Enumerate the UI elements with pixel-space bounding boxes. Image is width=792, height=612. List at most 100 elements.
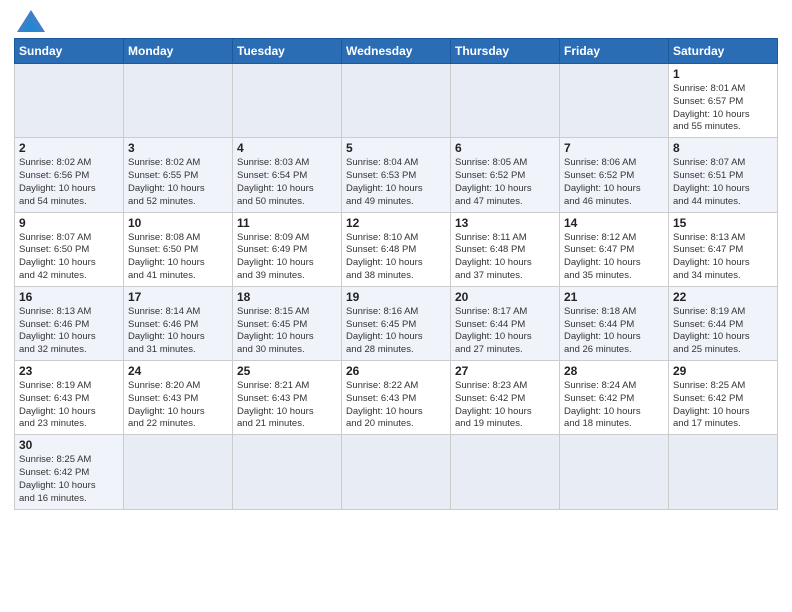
day-cell: 15Sunrise: 8:13 AM Sunset: 6:47 PM Dayli… xyxy=(669,212,778,286)
logo-icon xyxy=(17,10,45,32)
day-cell xyxy=(560,435,669,509)
day-cell: 21 Sunrise: 8:18 AM Sunset: 6:44 PM Dayli… xyxy=(560,286,669,360)
day-cell: 18 Sunrise: 8:15 AM Sunset: 6:45 PM Dayli… xyxy=(233,286,342,360)
day-info: Sunrise: 8:05 AM Sunset: 6:52 PM Dayligh… xyxy=(455,157,555,208)
day-cell: 19 Sunrise: 8:16 AM Sunset: 6:45 PM Dayli… xyxy=(342,286,451,360)
day-info: Sunrise: 8:16 AM Sunset: 6:45 PM Dayligh… xyxy=(346,306,446,357)
day-info: Sunrise: 8:15 AM Sunset: 6:45 PM Dayligh… xyxy=(237,306,337,357)
day-number: 30 xyxy=(19,438,119,452)
weekday-header-wednesday: Wednesday xyxy=(342,39,451,64)
day-info: Sunrise: 8:09 AM Sunset: 6:49 PM Dayligh… xyxy=(237,232,337,283)
day-cell: 30Sunrise: 8:25 AM Sunset: 6:42 PM Dayli… xyxy=(15,435,124,509)
day-cell: 13 Sunrise: 8:11 AM Sunset: 6:48 PM Dayli… xyxy=(451,212,560,286)
day-number: 10 xyxy=(128,216,228,230)
day-cell: 14Sunrise: 8:12 AM Sunset: 6:47 PM Dayli… xyxy=(560,212,669,286)
day-cell: 28 Sunrise: 8:24 AM Sunset: 6:42 PM Dayli… xyxy=(560,361,669,435)
day-number: 22 xyxy=(673,290,773,304)
day-number: 4 xyxy=(237,141,337,155)
weekday-header-row: SundayMondayTuesdayWednesdayThursdayFrid… xyxy=(15,39,778,64)
weekday-header-sunday: Sunday xyxy=(15,39,124,64)
weekday-header-thursday: Thursday xyxy=(451,39,560,64)
week-row-5: 23 Sunrise: 8:19 AM Sunset: 6:43 PM Dayli… xyxy=(15,361,778,435)
day-cell: 8Sunrise: 8:07 AM Sunset: 6:51 PM Daylig… xyxy=(669,138,778,212)
day-cell: 11 Sunrise: 8:09 AM Sunset: 6:49 PM Dayli… xyxy=(233,212,342,286)
day-number: 23 xyxy=(19,364,119,378)
day-info: Sunrise: 8:02 AM Sunset: 6:55 PM Dayligh… xyxy=(128,157,228,208)
weekday-header-tuesday: Tuesday xyxy=(233,39,342,64)
day-number: 20 xyxy=(455,290,555,304)
day-number: 28 xyxy=(564,364,664,378)
day-number: 24 xyxy=(128,364,228,378)
day-info: Sunrise: 8:24 AM Sunset: 6:42 PM Dayligh… xyxy=(564,380,664,431)
day-cell: 10 Sunrise: 8:08 AM Sunset: 6:50 PM Dayli… xyxy=(124,212,233,286)
day-info: Sunrise: 8:17 AM Sunset: 6:44 PM Dayligh… xyxy=(455,306,555,357)
day-number: 29 xyxy=(673,364,773,378)
day-number: 6 xyxy=(455,141,555,155)
page: SundayMondayTuesdayWednesdayThursdayFrid… xyxy=(0,0,792,612)
day-cell: 29Sunrise: 8:25 AM Sunset: 6:42 PM Dayli… xyxy=(669,361,778,435)
day-info: Sunrise: 8:20 AM Sunset: 6:43 PM Dayligh… xyxy=(128,380,228,431)
header xyxy=(14,10,778,32)
day-number: 2 xyxy=(19,141,119,155)
day-cell: 9 Sunrise: 8:07 AM Sunset: 6:50 PM Daylig… xyxy=(15,212,124,286)
day-number: 18 xyxy=(237,290,337,304)
day-number: 1 xyxy=(673,67,773,81)
day-cell xyxy=(124,435,233,509)
day-cell: 3Sunrise: 8:02 AM Sunset: 6:55 PM Daylig… xyxy=(124,138,233,212)
day-cell: 23 Sunrise: 8:19 AM Sunset: 6:43 PM Dayli… xyxy=(15,361,124,435)
day-info: Sunrise: 8:08 AM Sunset: 6:50 PM Dayligh… xyxy=(128,232,228,283)
day-cell xyxy=(560,64,669,138)
day-cell: 12 Sunrise: 8:10 AM Sunset: 6:48 PM Dayli… xyxy=(342,212,451,286)
day-cell xyxy=(233,435,342,509)
week-row-4: 16 Sunrise: 8:13 AM Sunset: 6:46 PM Dayli… xyxy=(15,286,778,360)
day-cell: 25 Sunrise: 8:21 AM Sunset: 6:43 PM Dayli… xyxy=(233,361,342,435)
day-info: Sunrise: 8:03 AM Sunset: 6:54 PM Dayligh… xyxy=(237,157,337,208)
day-cell: 26Sunrise: 8:22 AM Sunset: 6:43 PM Dayli… xyxy=(342,361,451,435)
day-cell xyxy=(342,435,451,509)
day-info: Sunrise: 8:19 AM Sunset: 6:43 PM Dayligh… xyxy=(19,380,119,431)
week-row-3: 9 Sunrise: 8:07 AM Sunset: 6:50 PM Daylig… xyxy=(15,212,778,286)
day-number: 13 xyxy=(455,216,555,230)
day-cell: 24 Sunrise: 8:20 AM Sunset: 6:43 PM Dayli… xyxy=(124,361,233,435)
week-row-6: 30Sunrise: 8:25 AM Sunset: 6:42 PM Dayli… xyxy=(15,435,778,509)
day-cell: 6 Sunrise: 8:05 AM Sunset: 6:52 PM Daylig… xyxy=(451,138,560,212)
day-info: Sunrise: 8:22 AM Sunset: 6:43 PM Dayligh… xyxy=(346,380,446,431)
day-cell: 2 Sunrise: 8:02 AM Sunset: 6:56 PM Daylig… xyxy=(15,138,124,212)
day-info: Sunrise: 8:10 AM Sunset: 6:48 PM Dayligh… xyxy=(346,232,446,283)
day-info: Sunrise: 8:13 AM Sunset: 6:47 PM Dayligh… xyxy=(673,232,773,283)
day-info: Sunrise: 8:04 AM Sunset: 6:53 PM Dayligh… xyxy=(346,157,446,208)
day-info: Sunrise: 8:07 AM Sunset: 6:51 PM Dayligh… xyxy=(673,157,773,208)
day-info: Sunrise: 8:01 AM Sunset: 6:57 PM Dayligh… xyxy=(673,83,773,134)
week-row-2: 2 Sunrise: 8:02 AM Sunset: 6:56 PM Daylig… xyxy=(15,138,778,212)
day-number: 7 xyxy=(564,141,664,155)
week-row-1: 1 Sunrise: 8:01 AM Sunset: 6:57 PM Daylig… xyxy=(15,64,778,138)
day-info: Sunrise: 8:13 AM Sunset: 6:46 PM Dayligh… xyxy=(19,306,119,357)
day-number: 12 xyxy=(346,216,446,230)
day-cell xyxy=(342,64,451,138)
day-info: Sunrise: 8:02 AM Sunset: 6:56 PM Dayligh… xyxy=(19,157,119,208)
day-number: 19 xyxy=(346,290,446,304)
day-info: Sunrise: 8:21 AM Sunset: 6:43 PM Dayligh… xyxy=(237,380,337,431)
day-number: 21 xyxy=(564,290,664,304)
day-info: Sunrise: 8:07 AM Sunset: 6:50 PM Dayligh… xyxy=(19,232,119,283)
weekday-header-friday: Friday xyxy=(560,39,669,64)
day-cell xyxy=(124,64,233,138)
day-number: 16 xyxy=(19,290,119,304)
day-number: 11 xyxy=(237,216,337,230)
day-number: 9 xyxy=(19,216,119,230)
logo xyxy=(14,10,45,32)
day-info: Sunrise: 8:11 AM Sunset: 6:48 PM Dayligh… xyxy=(455,232,555,283)
weekday-header-saturday: Saturday xyxy=(669,39,778,64)
weekday-header-monday: Monday xyxy=(124,39,233,64)
day-number: 25 xyxy=(237,364,337,378)
day-cell: 27Sunrise: 8:23 AM Sunset: 6:42 PM Dayli… xyxy=(451,361,560,435)
day-cell xyxy=(451,435,560,509)
day-info: Sunrise: 8:18 AM Sunset: 6:44 PM Dayligh… xyxy=(564,306,664,357)
day-cell: 4 Sunrise: 8:03 AM Sunset: 6:54 PM Daylig… xyxy=(233,138,342,212)
day-cell xyxy=(15,64,124,138)
day-number: 14 xyxy=(564,216,664,230)
day-cell: 5 Sunrise: 8:04 AM Sunset: 6:53 PM Daylig… xyxy=(342,138,451,212)
day-number: 5 xyxy=(346,141,446,155)
day-cell: 22Sunrise: 8:19 AM Sunset: 6:44 PM Dayli… xyxy=(669,286,778,360)
calendar: SundayMondayTuesdayWednesdayThursdayFrid… xyxy=(14,38,778,510)
